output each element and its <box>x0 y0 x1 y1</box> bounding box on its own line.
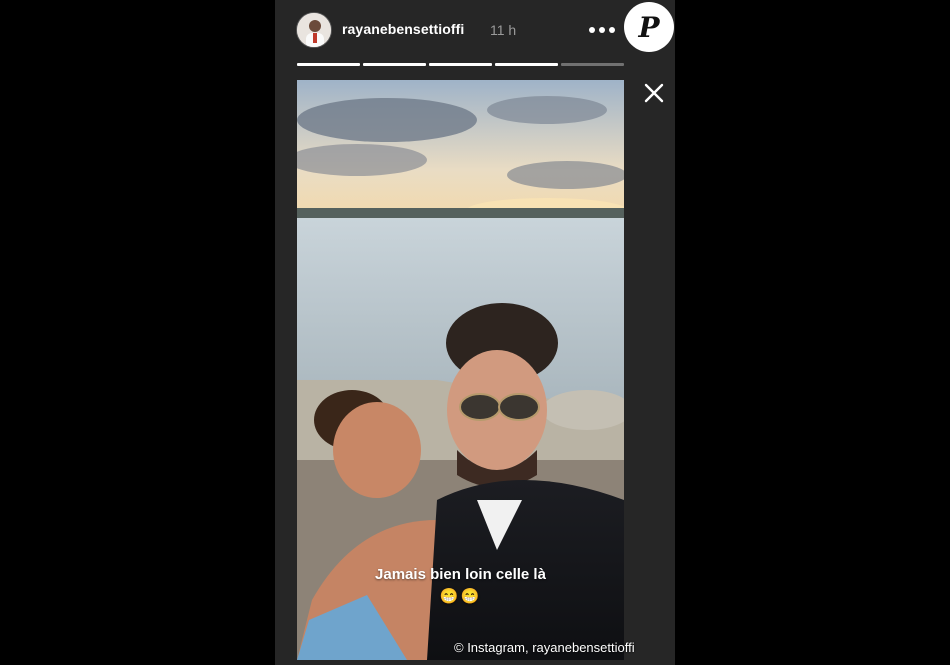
story-viewer: rayanebensettioffi 11 h Jamais bien loin… <box>275 0 675 665</box>
progress-segment <box>495 63 558 66</box>
close-icon[interactable] <box>642 81 666 105</box>
story-caption: Jamais bien loin celle là <box>375 566 546 583</box>
story-time: 11 h <box>490 22 517 38</box>
story-caption-emoji: 😁😁 <box>439 588 482 605</box>
story-photo[interactable]: Jamais bien loin celle là 😁😁 <box>297 80 624 660</box>
story-progress-bar <box>297 63 624 66</box>
avatar[interactable] <box>296 12 332 48</box>
story-header: rayanebensettioffi 11 h <box>275 0 675 62</box>
photo-credit: © Instagram, rayanebensettioffi <box>454 640 635 655</box>
progress-segment <box>363 63 426 66</box>
progress-segment <box>297 63 360 66</box>
more-horizontal-icon[interactable] <box>589 22 615 38</box>
progress-segment <box>429 63 492 66</box>
progress-segment <box>561 63 624 66</box>
story-username[interactable]: rayanebensettioffi <box>342 21 464 37</box>
brand-logo: P <box>624 2 674 52</box>
